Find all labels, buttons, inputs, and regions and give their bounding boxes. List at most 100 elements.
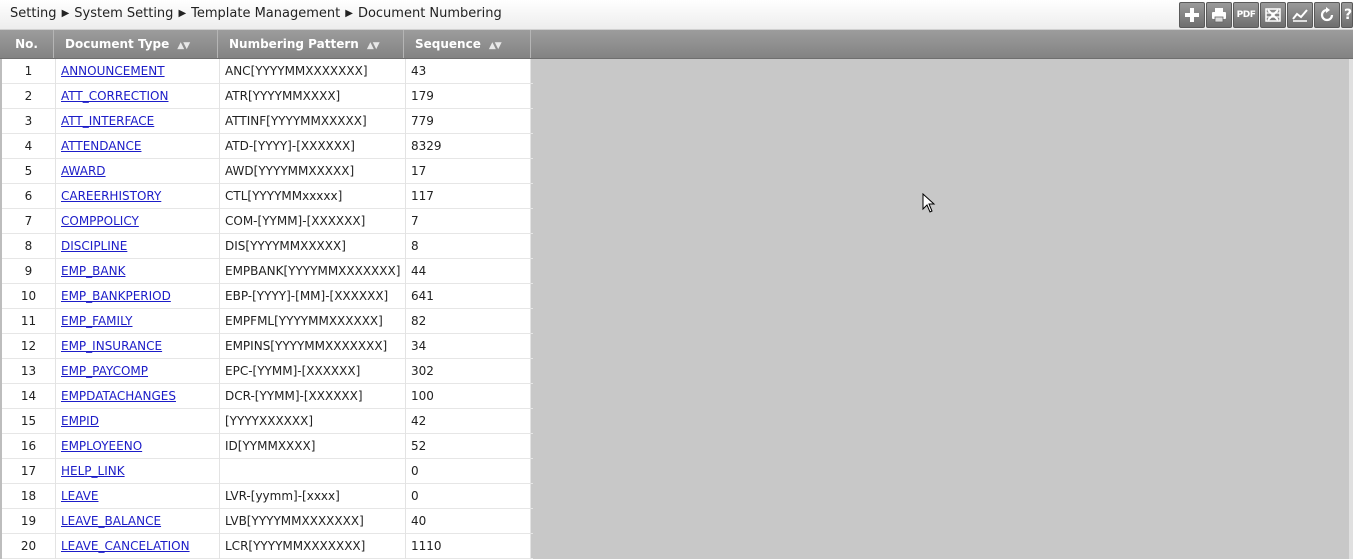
table-row[interactable]: 3 ATT_INTERFACE ATTINF[YYYYMMXXXXX] 779 — [2, 109, 533, 134]
breadcrumb-item-setting[interactable]: Setting — [10, 6, 57, 21]
numbering-pattern-cell: AWD[YYYYMMXXXXX] — [220, 159, 406, 184]
document-type-link[interactable]: EMP_FAMILY — [61, 314, 133, 328]
document-type-link[interactable]: HELP_LINK — [61, 464, 125, 478]
table-row[interactable]: 11 EMP_FAMILY EMPFML[YYYYMMXXXXXX] 82 — [2, 309, 533, 334]
table-row[interactable]: 2 ATT_CORRECTION ATR[YYYYMMXXXX] 179 — [2, 84, 533, 109]
numbering-pattern-cell: LCR[YYYYMMXXXXXXX] — [220, 534, 406, 559]
document-type-link[interactable]: CAREERHISTORY — [61, 189, 161, 203]
breadcrumb-item-system-setting[interactable]: System Setting — [74, 6, 173, 21]
document-type-link[interactable]: EMPDATACHANGES — [61, 389, 176, 403]
document-type-cell: AWARD — [56, 159, 220, 184]
document-type-link[interactable]: EMP_BANK — [61, 264, 125, 278]
document-type-cell: EMP_FAMILY — [56, 309, 220, 334]
printer-icon — [1212, 8, 1226, 23]
document-type-link[interactable]: EMPLOYEENO — [61, 439, 142, 453]
help-button[interactable]: ? — [1341, 2, 1353, 28]
sequence-cell: 17 — [406, 159, 531, 184]
numbering-pattern-cell: EBP-[YYYY]-[MM]-[XXXXXX] — [220, 284, 406, 309]
document-type-link[interactable]: AWARD — [61, 164, 106, 178]
table-row[interactable]: 15 EMPID [YYYYXXXXXX] 42 — [2, 409, 533, 434]
column-header-document-type[interactable]: Document Type ▲▼ — [54, 30, 218, 58]
row-number: 12 — [2, 334, 56, 359]
document-type-link[interactable]: ATT_CORRECTION — [61, 89, 168, 103]
column-header-no[interactable]: No. — [0, 30, 54, 58]
document-type-cell: EMP_BANKPERIOD — [56, 284, 220, 309]
refresh-icon — [1320, 7, 1334, 22]
breadcrumb-item-template-management[interactable]: Template Management — [191, 6, 340, 21]
add-button[interactable] — [1179, 2, 1205, 28]
table-row[interactable]: 10 EMP_BANKPERIOD EBP-[YYYY]-[MM]-[XXXXXX]… — [2, 284, 533, 309]
sort-icon[interactable]: ▲▼ — [489, 41, 502, 51]
table-row[interactable]: 6 CAREERHISTORY CTL[YYYYMMxxxxx] 117 — [2, 184, 533, 209]
table-row[interactable]: 18 LEAVE LVR-[yymm]-[xxxx] 0 — [2, 484, 533, 509]
table-row[interactable]: 5 AWARD AWD[YYYYMMXXXXX] 17 — [2, 159, 533, 184]
document-type-link[interactable]: EMP_PAYCOMP — [61, 364, 148, 378]
document-type-cell: CAREERHISTORY — [56, 184, 220, 209]
vertical-scrollbar[interactable] — [1349, 59, 1353, 559]
row-number: 9 — [2, 259, 56, 284]
table-row[interactable]: 20 LEAVE_CANCELATION LCR[YYYYMMXXXXXXX] 111… — [2, 534, 533, 559]
breadcrumb: Setting ▶ System Setting ▶ Template Manageme… — [10, 6, 502, 21]
table-row[interactable]: 4 ATTENDANCE ATD-[YYYY]-[XXXXXX] 8329 — [2, 134, 533, 159]
table-row[interactable]: 13 EMP_PAYCOMP EPC-[YYMM]-[XXXXXX] 302 — [2, 359, 533, 384]
breadcrumb-separator: ▶ — [61, 8, 70, 19]
document-type-cell: EMP_BANK — [56, 259, 220, 284]
spreadsheet-icon — [1265, 8, 1281, 22]
excel-export-button[interactable] — [1260, 2, 1286, 28]
numbering-pattern-cell — [220, 459, 406, 484]
table-row[interactable]: 19 LEAVE_BALANCE LVB[YYYYMMXXXXXXX] 40 — [2, 509, 533, 534]
chart-button[interactable] — [1287, 2, 1313, 28]
pdf-export-button[interactable]: PDF — [1233, 2, 1259, 28]
plus-icon — [1185, 8, 1199, 22]
row-number: 2 — [2, 84, 56, 109]
sequence-cell: 44 — [406, 259, 531, 284]
numbering-pattern-cell: ANC[YYYYMMXXXXXXX] — [220, 59, 406, 84]
document-type-cell: EMP_INSURANCE — [56, 334, 220, 359]
sort-icon[interactable]: ▲▼ — [367, 41, 380, 51]
document-type-cell: ATT_CORRECTION — [56, 84, 220, 109]
document-type-link[interactable]: EMP_BANKPERIOD — [61, 289, 171, 303]
refresh-button[interactable] — [1314, 2, 1340, 28]
table-row[interactable]: 17 HELP_LINK 0 — [2, 459, 533, 484]
document-type-link[interactable]: LEAVE_CANCELATION — [61, 539, 190, 553]
numbering-pattern-cell: EMPFML[YYYYMMXXXXXX] — [220, 309, 406, 334]
document-type-cell: ANNOUNCEMENT — [56, 59, 220, 84]
sequence-cell: 40 — [406, 509, 531, 534]
document-type-link[interactable]: ATTENDANCE — [61, 139, 141, 153]
sequence-cell: 52 — [406, 434, 531, 459]
table-row[interactable]: 1 ANNOUNCEMENT ANC[YYYYMMXXXXXXX] 43 — [2, 59, 533, 84]
breadcrumb-separator: ▶ — [178, 8, 187, 19]
sequence-cell: 779 — [406, 109, 531, 134]
grid-header: No. Document Type ▲▼ Numbering Pattern ▲▼ … — [0, 30, 1353, 59]
document-type-link[interactable]: EMPID — [61, 414, 99, 428]
print-button[interactable] — [1206, 2, 1232, 28]
numbering-pattern-cell: ID[YYMMXXXX] — [220, 434, 406, 459]
table-row[interactable]: 14 EMPDATACHANGES DCR-[YYMM]-[XXXXXX] 100 — [2, 384, 533, 409]
document-type-link[interactable]: LEAVE — [61, 489, 99, 503]
row-number: 16 — [2, 434, 56, 459]
table-row[interactable]: 8 DISCIPLINE DIS[YYYYMMXXXXX] 8 — [2, 234, 533, 259]
table-row[interactable]: 16 EMPLOYEENO ID[YYMMXXXX] 52 — [2, 434, 533, 459]
sequence-cell: 43 — [406, 59, 531, 84]
document-type-cell: EMPDATACHANGES — [56, 384, 220, 409]
table-row[interactable]: 12 EMP_INSURANCE EMPINS[YYYYMMXXXXXXX] 34 — [2, 334, 533, 359]
sort-icon[interactable]: ▲▼ — [177, 41, 190, 51]
column-header-sequence[interactable]: Sequence ▲▼ — [404, 30, 531, 58]
document-type-link[interactable]: ANNOUNCEMENT — [61, 64, 165, 78]
row-number: 13 — [2, 359, 56, 384]
table-row[interactable]: 9 EMP_BANK EMPBANK[YYYYMMXXXXXXX] 44 — [2, 259, 533, 284]
row-number: 20 — [2, 534, 56, 559]
document-type-cell: ATT_INTERFACE — [56, 109, 220, 134]
column-header-numbering-pattern[interactable]: Numbering Pattern ▲▼ — [218, 30, 404, 58]
document-type-link[interactable]: DISCIPLINE — [61, 239, 127, 253]
document-type-link[interactable]: EMP_INSURANCE — [61, 339, 162, 353]
document-type-cell: EMPLOYEENO — [56, 434, 220, 459]
sequence-cell: 0 — [406, 484, 531, 509]
sequence-cell: 302 — [406, 359, 531, 384]
row-number: 11 — [2, 309, 56, 334]
table-row[interactable]: 7 COMPPOLICY COM-[YYMM]-[XXXXXX] 7 — [2, 209, 533, 234]
document-type-link[interactable]: COMPPOLICY — [61, 214, 139, 228]
document-type-cell: LEAVE_BALANCE — [56, 509, 220, 534]
document-type-link[interactable]: LEAVE_BALANCE — [61, 514, 161, 528]
document-type-link[interactable]: ATT_INTERFACE — [61, 114, 154, 128]
